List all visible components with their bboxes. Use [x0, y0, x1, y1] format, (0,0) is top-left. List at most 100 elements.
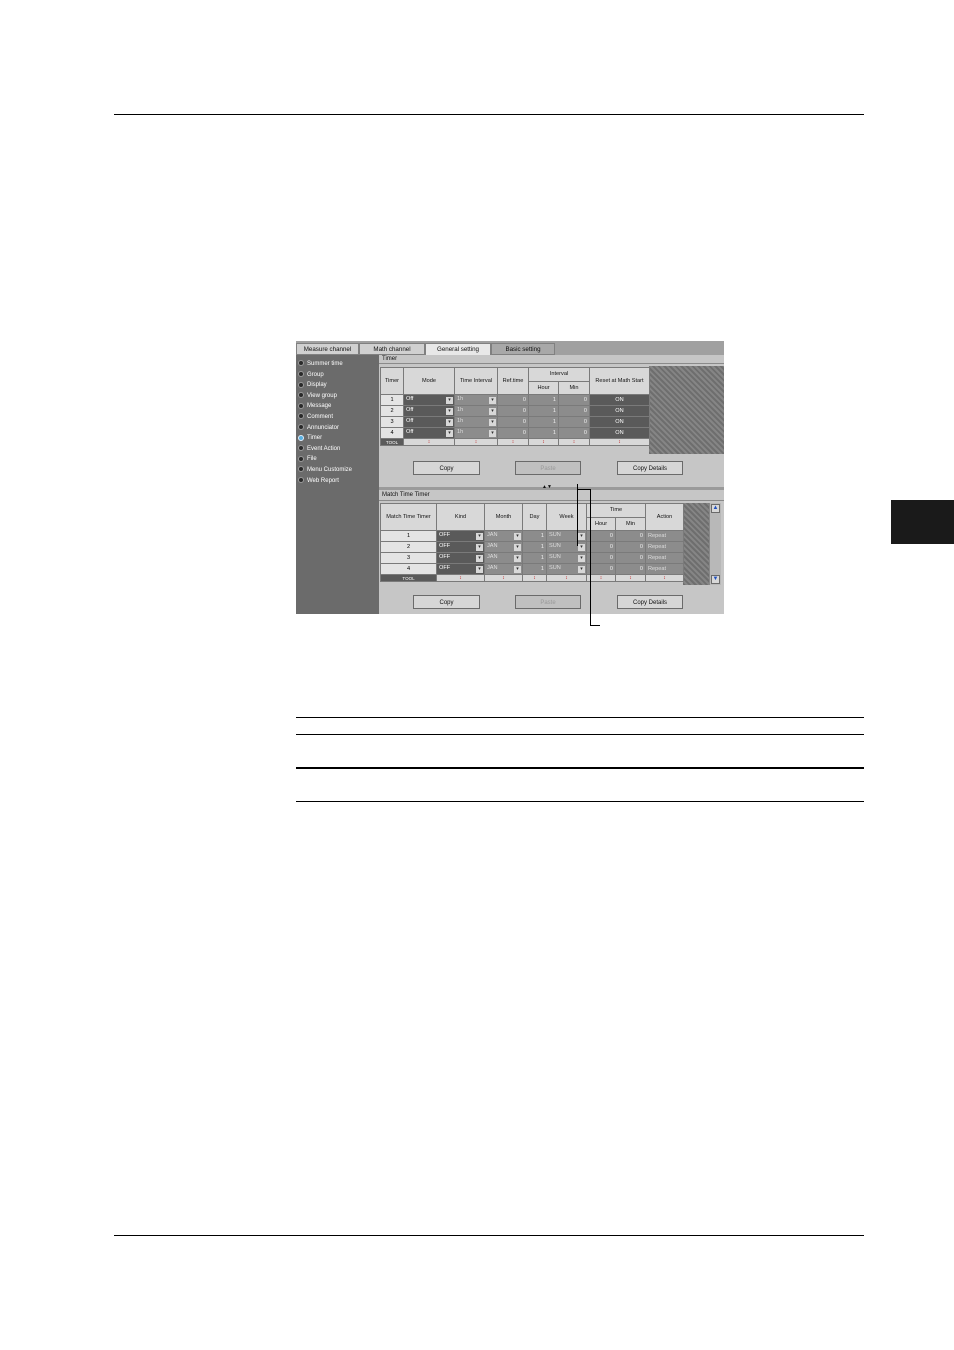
day-field[interactable]: 1 — [522, 563, 547, 575]
fill-marker-icon[interactable]: ↕ — [522, 574, 547, 582]
interval-min-field[interactable]: 0 — [558, 427, 590, 439]
mode-select[interactable]: Off ▾ — [403, 416, 455, 428]
kind-select[interactable]: OFF ▾ — [436, 541, 485, 553]
timer-paste-button[interactable]: Paste — [515, 461, 581, 475]
interval-hour-field[interactable]: 1 — [528, 405, 559, 417]
time-min-field[interactable]: 0 — [614, 552, 647, 564]
reset-checkbox[interactable]: ON — [589, 416, 650, 428]
table-row: 4 Off ▾ 1h ▾ 0 1 0 ON — [380, 427, 650, 439]
day-field[interactable]: 1 — [522, 541, 547, 553]
fill-marker-icon[interactable]: ↕ — [528, 438, 559, 446]
week-select[interactable]: SUN ▾ — [546, 541, 587, 553]
action-select[interactable]: Repeat — [645, 563, 685, 575]
reset-checkbox[interactable]: ON — [589, 394, 650, 406]
fill-marker-icon[interactable]: ↕ — [645, 574, 685, 582]
match-copy-button[interactable]: Copy — [413, 595, 480, 609]
table-rule-1 — [296, 717, 864, 718]
dropdown-icon: ▾ — [476, 544, 483, 551]
col-header-min: Min — [614, 516, 647, 531]
ref-time-field[interactable]: 0 — [497, 416, 529, 428]
tab-math-channel[interactable]: Math channel — [359, 343, 425, 355]
fill-marker-icon[interactable]: ↕ — [558, 438, 590, 446]
fill-marker-icon[interactable]: ↕ — [484, 574, 523, 582]
sidebar-item-group[interactable]: Group — [298, 370, 324, 380]
sidebar-item-timer[interactable]: Timer — [298, 433, 322, 443]
fill-marker-icon[interactable]: ↕ — [589, 438, 650, 446]
interval-min-field[interactable]: 0 — [558, 416, 590, 428]
mode-select[interactable]: Off ▾ — [403, 427, 455, 439]
tab-basic-setting[interactable]: Basic setting — [491, 343, 555, 355]
tab-general-setting[interactable]: General setting — [425, 343, 491, 355]
month-select[interactable]: JAN ▾ — [484, 552, 523, 564]
month-value: JAN — [487, 543, 498, 549]
time-min-field[interactable]: 0 — [614, 541, 647, 553]
week-value: SUN — [549, 565, 561, 571]
day-field[interactable]: 1 — [522, 552, 547, 564]
fill-marker-icon[interactable]: ↕ — [614, 574, 647, 582]
month-select[interactable]: JAN ▾ — [484, 541, 523, 553]
time-interval-select[interactable]: 1h ▾ — [454, 394, 498, 406]
scroll-down-icon[interactable]: ▼ — [711, 575, 720, 584]
sidebar-item-comment[interactable]: Comment — [298, 412, 333, 422]
sidebar-item-menu-customize[interactable]: Menu Customize — [298, 465, 352, 475]
month-select[interactable]: JAN ▾ — [484, 563, 523, 575]
row-number: 2 — [380, 541, 437, 553]
reset-checkbox[interactable]: ON — [589, 405, 650, 417]
month-select[interactable]: JAN ▾ — [484, 530, 523, 542]
interval-min-field[interactable]: 0 — [558, 394, 590, 406]
time-min-field[interactable]: 0 — [614, 530, 647, 542]
interval-hour-field[interactable]: 1 — [528, 394, 559, 406]
timer-copy-details-button[interactable]: Copy Details — [617, 461, 683, 475]
time-interval-select[interactable]: 1h ▾ — [454, 405, 498, 417]
interval-hour-field[interactable]: 1 — [528, 416, 559, 428]
month-value: JAN — [487, 565, 498, 571]
interval-min-field[interactable]: 0 — [558, 405, 590, 417]
week-select[interactable]: SUN ▾ — [546, 530, 587, 542]
col-header-action: Action — [645, 503, 685, 531]
match-copy-details-button[interactable]: Copy Details — [617, 595, 683, 609]
time-min-field[interactable]: 0 — [614, 563, 647, 575]
fill-marker-icon[interactable]: ↕ — [436, 574, 485, 582]
day-field[interactable]: 1 — [522, 530, 547, 542]
kind-select[interactable]: OFF ▾ — [436, 563, 485, 575]
total-label: TOOL — [380, 438, 404, 446]
sidebar-item-view-group[interactable]: View group — [298, 391, 337, 401]
fill-marker-icon[interactable]: ↕ — [497, 438, 529, 446]
timer-copy-button[interactable]: Copy — [413, 461, 480, 475]
callout-line-hook-bottom — [590, 625, 600, 626]
kind-select[interactable]: OFF ▾ — [436, 530, 485, 542]
ref-time-field[interactable]: 0 — [497, 394, 529, 406]
tab-measure-channel[interactable]: Measure channel — [296, 343, 359, 355]
scroll-up-icon[interactable]: ▲ — [711, 504, 720, 513]
time-interval-select[interactable]: 1h ▾ — [454, 427, 498, 439]
sidebar-item-message[interactable]: Message — [298, 401, 331, 411]
table-row: 1 OFF ▾ JAN ▾ 1 SUN ▾ 0 0 Repeat — [380, 530, 685, 542]
kind-select[interactable]: OFF ▾ — [436, 552, 485, 564]
interval-hour-field[interactable]: 1 — [528, 427, 559, 439]
match-paste-button[interactable]: Paste — [515, 595, 581, 609]
sidebar-item-summer-time[interactable]: Summer time — [298, 359, 343, 369]
ref-time-field[interactable]: 0 — [497, 427, 529, 439]
row-number: 3 — [380, 552, 437, 564]
action-select[interactable]: Repeat — [645, 552, 685, 564]
sidebar-item-file[interactable]: File — [298, 454, 317, 464]
sidebar-item-annunciator[interactable]: Annunciator — [298, 423, 339, 433]
splitter-arrows-icon[interactable]: ▲▼ — [542, 484, 552, 490]
week-select[interactable]: SUN ▾ — [546, 563, 587, 575]
mode-select[interactable]: Off ▾ — [403, 394, 455, 406]
mode-select[interactable]: Off ▾ — [403, 405, 455, 417]
week-select[interactable]: SUN ▾ — [546, 552, 587, 564]
vertical-scrollbar[interactable]: ▲ ▼ — [709, 503, 721, 585]
sidebar-item-web-report[interactable]: Web Report — [298, 476, 339, 486]
action-select[interactable]: Repeat — [645, 541, 685, 553]
time-interval-select[interactable]: 1h ▾ — [454, 416, 498, 428]
fill-marker-icon[interactable]: ↕ — [403, 438, 455, 446]
fill-marker-icon[interactable]: ↕ — [546, 574, 587, 582]
ref-time-field[interactable]: 0 — [497, 405, 529, 417]
sidebar-item-display[interactable]: Display — [298, 380, 327, 390]
sidebar-item-event-action[interactable]: Event Action — [298, 444, 340, 454]
reset-checkbox[interactable]: ON — [589, 427, 650, 439]
action-select[interactable]: Repeat — [645, 530, 685, 542]
fill-marker-icon[interactable]: ↕ — [454, 438, 498, 446]
radio-icon — [298, 360, 304, 367]
